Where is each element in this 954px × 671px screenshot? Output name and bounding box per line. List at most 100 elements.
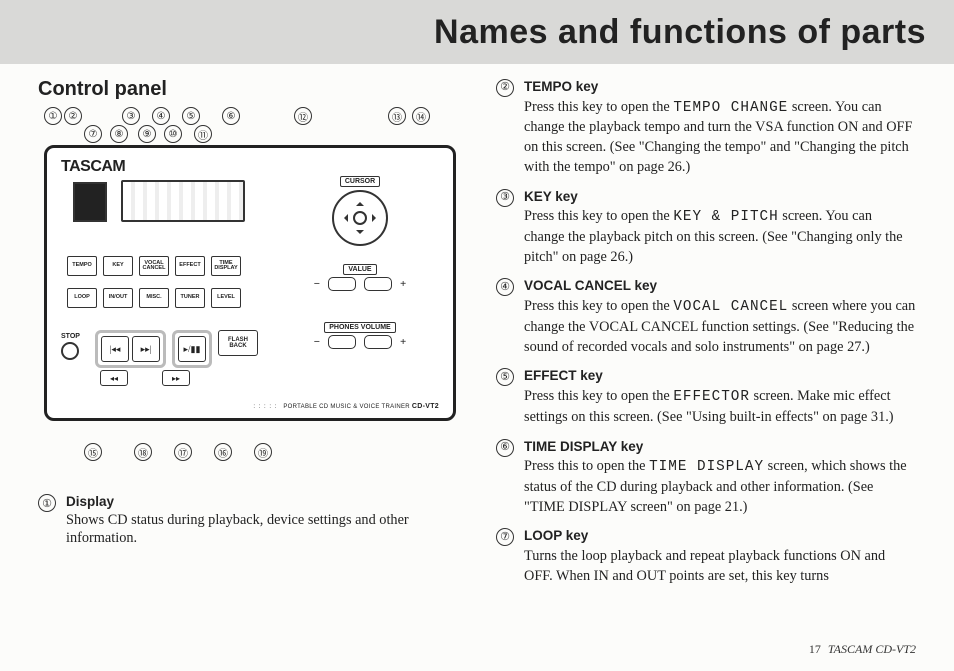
button-row-1: TEMPO KEY VOCAL CANCEL EFFECT TIME DISPL… <box>67 256 241 276</box>
control-panel-diagram: ① ② ③ ④ ⑤ ⑥ ⑦ ⑧ ⑨ ⑩ ⑪ ⑫ ⑬ ⑭ TASCAM <box>38 107 464 465</box>
inout-button: IN/OUT <box>103 288 133 308</box>
callout-13: ⑬ <box>388 107 406 125</box>
phones-plus-icon <box>364 335 392 349</box>
item-4-title: VOCAL CANCEL key <box>524 278 657 293</box>
header-bar: Names and functions of parts <box>0 0 954 64</box>
flashback-button: FLASH BACK <box>218 330 258 356</box>
misc-button: MISC. <box>139 288 169 308</box>
callout-11: ⑪ <box>194 125 212 143</box>
page-number: 17 <box>809 642 821 656</box>
phones-minus-icon <box>328 335 356 349</box>
item-5-title: EFFECT key <box>524 368 603 383</box>
item-6-pre: Press this to open the <box>524 458 649 474</box>
value-control: VALUE −+ <box>285 258 435 291</box>
callout-row-bottom: ⑮ ⑱ ⑰ ⑯ ⑲ <box>38 443 464 465</box>
dpad-icon <box>332 190 388 246</box>
transport-controls: |◂◂ ▸▸| ▸/▮▮ FLASH BACK <box>95 330 258 368</box>
stop-button-icon <box>61 342 79 360</box>
disc-slot-icon <box>73 182 107 222</box>
callout-15: ⑮ <box>84 443 102 461</box>
model-number: CD-VT2 <box>412 403 439 410</box>
item-7-post: Turns the loop playback and repeat playb… <box>524 548 885 584</box>
callout-7: ⑦ <box>84 125 102 143</box>
page-title: Names and functions of parts <box>434 13 926 52</box>
item-7-num: ⑦ <box>496 528 514 546</box>
item-3-pre: Press this key to open the <box>524 208 673 224</box>
item-3: ③ KEY key Press this key to open the KEY… <box>496 188 916 268</box>
item-6-title: TIME DISPLAY key <box>524 439 643 454</box>
value-label: VALUE <box>343 264 376 275</box>
item-6: ⑥ TIME DISPLAY key Press this to open th… <box>496 438 916 518</box>
skip-group: |◂◂ ▸▸| <box>95 330 166 368</box>
callout-2: ② <box>64 107 82 125</box>
level-button: LEVEL <box>211 288 241 308</box>
item-5-pre: Press this key to open the <box>524 388 673 404</box>
callout-3: ③ <box>122 107 140 125</box>
stop-label: STOP <box>61 333 80 340</box>
item-4-mono: VOCAL CANCEL <box>673 299 788 315</box>
callout-14: ⑭ <box>412 107 430 125</box>
item-7-title: LOOP key <box>524 528 588 543</box>
callout-18: ⑱ <box>134 443 152 461</box>
time-display-button: TIME DISPLAY <box>211 256 241 276</box>
item-6-mono: TIME DISPLAY <box>649 459 764 475</box>
cursor-control: CURSOR <box>285 170 435 246</box>
item-4: ④ VOCAL CANCEL key Press this key to ope… <box>496 277 916 357</box>
callout-17: ⑰ <box>174 443 192 461</box>
left-column: Control panel ① ② ③ ④ ⑤ ⑥ ⑦ ⑧ ⑨ ⑩ ⑪ ⑫ ⑬ … <box>38 78 466 597</box>
callout-16: ⑯ <box>214 443 232 461</box>
play-group: ▸/▮▮ <box>172 330 212 368</box>
section-subhead: Control panel <box>38 78 466 101</box>
callout-9: ⑨ <box>138 125 156 143</box>
phones-label: PHONES VOLUME <box>324 322 395 333</box>
callout-4: ④ <box>152 107 170 125</box>
callout-6: ⑥ <box>222 107 240 125</box>
item-6-num: ⑥ <box>496 439 514 457</box>
device-panel: TASCAM CURSOR TEMPO KEY VOCAL CANCEL EFF… <box>44 145 456 421</box>
item-1-num: ① <box>38 494 56 512</box>
item-3-num: ③ <box>496 189 514 207</box>
content: Control panel ① ② ③ ④ ⑤ ⑥ ⑦ ⑧ ⑨ ⑩ ⑪ ⑫ ⑬ … <box>0 64 954 597</box>
item-2-num: ② <box>496 79 514 97</box>
forward-icon: ▸▸ <box>162 370 190 386</box>
value-plus-icon <box>364 277 392 291</box>
item-2-mono: TEMPO CHANGE <box>673 100 788 116</box>
phones-volume-control: PHONES VOLUME −+ <box>285 316 435 349</box>
item-5-num: ⑤ <box>496 368 514 386</box>
callout-10: ⑩ <box>164 125 182 143</box>
callout-5: ⑤ <box>182 107 200 125</box>
item-7: ⑦ LOOP key Turns the loop playback and r… <box>496 527 916 586</box>
seek-row: ◂◂ ▸▸ <box>100 370 190 386</box>
callout-12: ⑫ <box>294 107 312 125</box>
play-pause-icon: ▸/▮▮ <box>178 336 206 362</box>
item-5-mono: EFFECTOR <box>673 389 750 405</box>
model-prefix: PORTABLE CD MUSIC & VOICE TRAINER <box>283 404 410 410</box>
value-minus-icon <box>328 277 356 291</box>
effect-button: EFFECT <box>175 256 205 276</box>
model-line: : : : : : PORTABLE CD MUSIC & VOICE TRAI… <box>253 403 439 410</box>
tuner-button: TUNER <box>175 288 205 308</box>
item-2: ② TEMPO key Press this key to open the T… <box>496 78 916 178</box>
callout-1: ① <box>44 107 62 125</box>
page-footer: 17 TASCAM CD-VT2 <box>809 642 916 657</box>
lcd-display-icon <box>121 180 245 222</box>
item-1: ① Display Shows CD status during playbac… <box>38 493 466 547</box>
item-2-title: TEMPO key <box>524 79 598 94</box>
item-5: ⑤ EFFECT key Press this key to open the … <box>496 367 916 427</box>
right-column: ② TEMPO key Press this key to open the T… <box>496 78 916 597</box>
rewind-icon: ◂◂ <box>100 370 128 386</box>
callout-row-top: ① ② ③ ④ ⑤ ⑥ ⑦ ⑧ ⑨ ⑩ ⑪ ⑫ ⑬ ⑭ <box>38 107 464 129</box>
vocal-cancel-button: VOCAL CANCEL <box>139 256 169 276</box>
item-3-title: KEY key <box>524 189 578 204</box>
footer-product: TASCAM CD-VT2 <box>828 642 916 656</box>
cursor-label: CURSOR <box>340 176 380 187</box>
item-3-mono: KEY & PITCH <box>673 209 778 225</box>
left-items: ① Display Shows CD status during playbac… <box>38 493 466 547</box>
next-track-icon: ▸▸| <box>132 336 160 362</box>
brand-logo: TASCAM <box>61 158 125 176</box>
item-4-pre: Press this key to open the <box>524 298 673 314</box>
callout-19: ⑲ <box>254 443 272 461</box>
prev-track-icon: |◂◂ <box>101 336 129 362</box>
item-2-pre: Press this key to open the <box>524 99 673 115</box>
item-4-num: ④ <box>496 278 514 296</box>
